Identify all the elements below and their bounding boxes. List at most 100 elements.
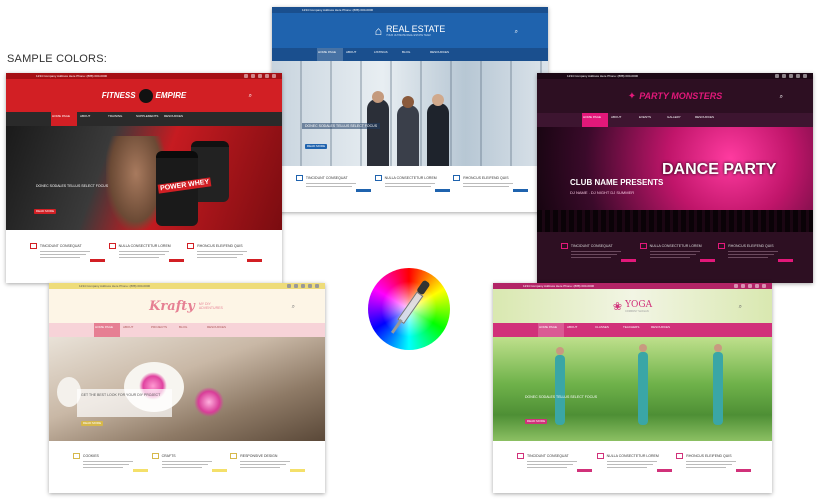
feature-item: TINCIDUNT CONSEQUAT bbox=[29, 243, 105, 263]
feature-item: COOKIES bbox=[72, 453, 148, 473]
party-nav: HOME PAGE ABOUT EVENTS GALLERY RESOURCES bbox=[537, 113, 813, 127]
krafty-sample: 1234 Company Address Here Phone: (888) 0… bbox=[49, 283, 325, 493]
feature-read-more-button[interactable] bbox=[434, 188, 450, 192]
nav-tab-about[interactable]: ABOUT bbox=[610, 113, 636, 127]
search-icon[interactable]: ⌕ bbox=[515, 29, 518, 36]
feature-read-more-button[interactable] bbox=[355, 188, 371, 192]
nav-tab-classes[interactable]: CLASSES bbox=[594, 323, 620, 337]
feature-item: RHONCUS ELEIFEND QUIS bbox=[187, 243, 263, 263]
krafty-features: COOKIES CRAFTS RESPONSIVE DESIGN bbox=[49, 453, 325, 473]
feature-title: RHONCUS ELEIFEND QUIS bbox=[728, 244, 774, 248]
nav-tab-resources[interactable]: RESOURCES bbox=[429, 48, 455, 61]
fitness-features: TINCIDUNT CONSEQUAT NULLA CONSECTETUR LO… bbox=[6, 243, 282, 263]
nav-tab-about[interactable]: ABOUT bbox=[122, 323, 148, 337]
house-logo-icon: ⌂ bbox=[374, 23, 382, 38]
feature-item: TINCIDUNT CONSEQUAT bbox=[295, 175, 371, 192]
feature-read-more-button[interactable] bbox=[656, 469, 672, 473]
fitness-read-more-button[interactable]: READ MORE bbox=[34, 209, 56, 214]
feature-item: NULLA CONSECTETUR LOREM bbox=[596, 453, 672, 473]
feature-read-more-button[interactable] bbox=[290, 469, 306, 473]
social-icons bbox=[244, 74, 276, 78]
feature-icon bbox=[639, 243, 647, 249]
search-icon[interactable]: ⌕ bbox=[780, 94, 783, 101]
nav-tab-supplements[interactable]: SUPPLEMENTS bbox=[135, 112, 161, 126]
feature-title: TINCIDUNT CONSEQUAT bbox=[305, 176, 348, 180]
feature-item: RHONCUS ELEIFEND QUIS bbox=[718, 243, 794, 263]
search-icon[interactable]: ⌕ bbox=[249, 93, 252, 100]
nav-tab-resources[interactable]: RESOURCES bbox=[206, 323, 232, 337]
feature-read-more-button[interactable] bbox=[736, 469, 752, 473]
feature-icon bbox=[516, 453, 524, 459]
nav-tab-about[interactable]: ABOUT bbox=[345, 48, 371, 61]
nav-tab-training[interactable]: TRAINING bbox=[107, 112, 133, 126]
search-icon[interactable]: ⌕ bbox=[739, 304, 742, 311]
lotus-logo-icon: ❀ bbox=[612, 300, 623, 313]
feature-read-more-button[interactable] bbox=[211, 469, 227, 473]
feature-item: RHONCUS ELEIFEND QUIS bbox=[676, 453, 752, 473]
party-hero: CLUB NAME PRESENTS DJ NAME . DJ NIGHT DJ… bbox=[537, 127, 813, 232]
krafty-slogan: MY DIY ADVENTURES bbox=[198, 302, 223, 310]
nav-tab-teachers[interactable]: TEACHERS bbox=[622, 323, 648, 337]
feature-read-more-button[interactable] bbox=[168, 259, 184, 263]
feature-title: NULLA CONSECTETUR LOREM bbox=[606, 454, 659, 458]
yoga-woman-image bbox=[555, 355, 565, 425]
feature-title: RHONCUS ELEIFEND QUIS bbox=[686, 454, 732, 458]
feature-title: RESPONSIVE DESIGN bbox=[240, 454, 278, 458]
yoga-brand: YOGA bbox=[625, 299, 653, 310]
feature-read-more-button[interactable] bbox=[576, 469, 592, 473]
nav-tab-home[interactable]: HOME PAGE bbox=[317, 48, 343, 61]
party-hero-title: CLUB NAME PRESENTS bbox=[570, 178, 664, 187]
party-hero-big: DANCE PARTY bbox=[662, 161, 777, 178]
nav-tab-home[interactable]: HOME PAGE bbox=[94, 323, 120, 337]
nav-tab-gallery[interactable]: GALLERY bbox=[666, 113, 692, 127]
krafty-read-more-button[interactable]: READ MORE bbox=[81, 421, 103, 426]
feature-item: RHONCUS ELEIFEND QUIS bbox=[453, 175, 529, 192]
yoga-woman-image bbox=[713, 352, 723, 425]
nav-tab-projects[interactable]: PROJECTS bbox=[150, 323, 176, 337]
party-monsters-sample: 1234 Company Address Here Phone: (888) 0… bbox=[537, 73, 813, 283]
nav-tab-resources[interactable]: RESOURCES bbox=[694, 113, 720, 127]
yoga-read-more-button[interactable]: READ MORE bbox=[525, 419, 547, 424]
nav-tab-home[interactable]: HOME PAGE bbox=[582, 113, 608, 127]
feature-item: TINCIDUNT CONSEQUAT bbox=[516, 453, 592, 473]
fitness-empire-sample: 1234 Company Address Here Phone: (888) 0… bbox=[6, 73, 282, 283]
krafty-header: Krafty MY DIY ADVENTURES bbox=[49, 289, 325, 323]
feature-icon bbox=[374, 175, 382, 181]
feature-icon bbox=[718, 243, 726, 249]
feature-read-more-button[interactable] bbox=[513, 188, 529, 192]
feature-item: NULLA CONSECTETUR LOREM bbox=[108, 243, 184, 263]
nav-tab-listings[interactable]: LISTINGS bbox=[373, 48, 399, 61]
nav-tab-home[interactable]: HOME PAGE bbox=[538, 323, 564, 337]
yoga-slogan: COMPANY SLOGAN bbox=[625, 309, 649, 313]
search-icon[interactable]: ⌕ bbox=[292, 304, 295, 311]
feature-read-more-button[interactable] bbox=[132, 469, 148, 473]
crowd-silhouette-image bbox=[537, 210, 813, 232]
party-hero-subtitle: DJ NAME . DJ NIGHT DJ SUMMER bbox=[570, 190, 635, 195]
real-estate-read-more-button[interactable]: READ MORE bbox=[305, 144, 327, 149]
nav-tab-blog[interactable]: BLOG bbox=[178, 323, 204, 337]
feature-title: TINCIDUNT CONSEQUAT bbox=[526, 454, 569, 458]
feature-title: COOKIES bbox=[82, 454, 99, 458]
yoga-nav: HOME PAGE ABOUT CLASSES TEACHERS RESOURC… bbox=[493, 323, 772, 337]
feature-read-more-button[interactable] bbox=[778, 259, 794, 263]
sample-colors-heading: SAMPLE COLORS: bbox=[7, 53, 107, 65]
fitness-nav: HOME PAGE ABOUT TRAINING SUPPLEMENTS RES… bbox=[6, 112, 282, 126]
nav-tab-events[interactable]: EVENTS bbox=[638, 113, 664, 127]
feature-read-more-button[interactable] bbox=[247, 259, 263, 263]
nav-tab-about[interactable]: ABOUT bbox=[566, 323, 592, 337]
fitness-hero: POWER WHEY DONEC SODALES TELLUS SELECT F… bbox=[6, 126, 282, 230]
feature-item: NULLA CONSECTETUR LOREM bbox=[639, 243, 715, 263]
nav-tab-about[interactable]: ABOUT bbox=[79, 112, 105, 126]
feature-read-more-button[interactable] bbox=[699, 259, 715, 263]
feature-item: NULLA CONSECTETUR LOREM bbox=[374, 175, 450, 192]
feature-icon bbox=[560, 243, 568, 249]
nav-tab-home[interactable]: HOME PAGE bbox=[51, 112, 77, 126]
feature-read-more-button[interactable] bbox=[620, 259, 636, 263]
nav-tab-blog[interactable]: BLOG bbox=[401, 48, 427, 61]
nav-tab-resources[interactable]: RESOURCES bbox=[650, 323, 676, 337]
feature-read-more-button[interactable] bbox=[89, 259, 105, 263]
feature-icon bbox=[596, 453, 604, 459]
feature-icon bbox=[151, 453, 159, 459]
nav-tab-resources[interactable]: RESOURCES bbox=[163, 112, 189, 126]
social-icons bbox=[734, 284, 766, 288]
